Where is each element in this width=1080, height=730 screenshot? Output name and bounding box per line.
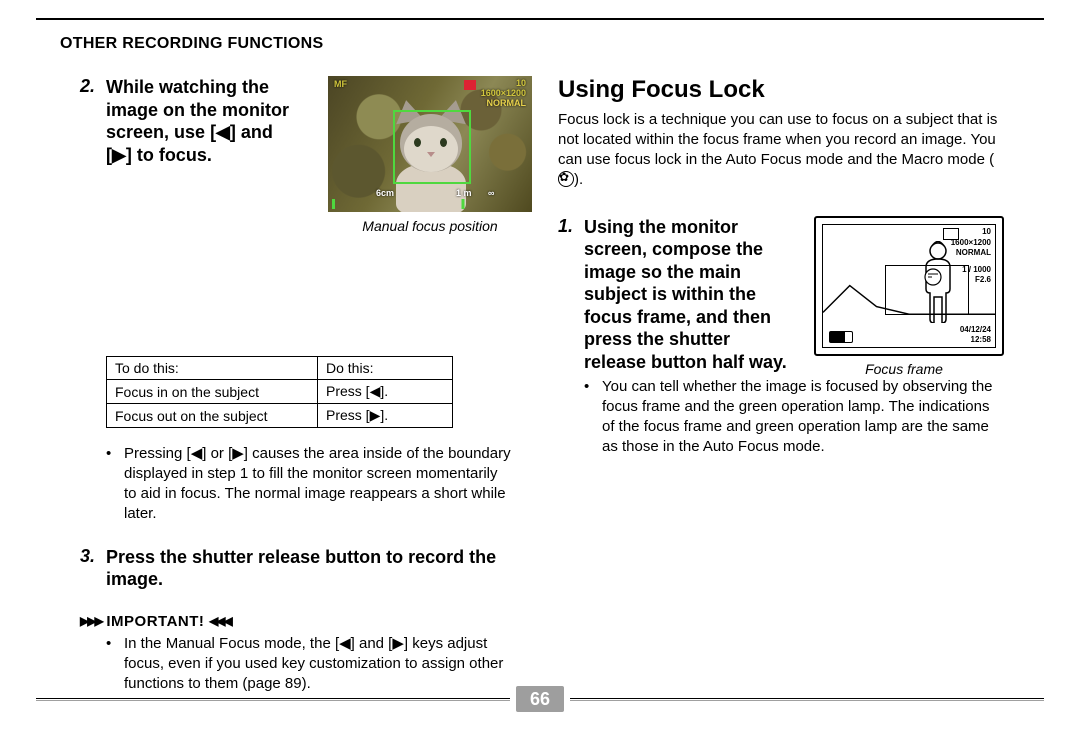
step-1-text: Using the monitor screen, compose the im… — [584, 216, 794, 374]
bullet-dot: • — [106, 444, 124, 524]
table-cell: Press [▶]. — [318, 404, 453, 428]
important-heading: ▶▶▶ IMPORTANT! ◀◀◀ — [80, 613, 514, 630]
monitor-preview-caption: Manual focus position — [328, 218, 532, 234]
ff-osd-count: 10 — [982, 227, 991, 236]
table-header-dothis: Do this: — [318, 357, 453, 380]
osd-scale-c: ∞ — [488, 188, 494, 198]
osd-scale-b: 1 m — [456, 188, 472, 198]
step-3-number: 3. — [80, 546, 106, 591]
right-column: Using Focus Lock Focus lock is a techniq… — [532, 76, 1004, 694]
osd-mf: MF — [334, 79, 347, 89]
bullet-text: You can tell whether the image is focuse… — [602, 377, 1004, 457]
page-number: 66 — [516, 686, 564, 712]
bullet-text: Pressing [◀] or [▶] causes the area insi… — [124, 444, 514, 524]
bullet-dot: • — [106, 634, 124, 694]
osd-normal: NORMAL — [487, 98, 527, 108]
ff-osd-size: 1600×1200 — [951, 238, 991, 247]
bullet-dot: • — [584, 377, 602, 457]
table-cell: Press [◀]. — [318, 380, 453, 404]
important-label: IMPORTANT! — [106, 613, 204, 630]
ff-osd-time: 12:58 — [971, 335, 991, 344]
table-row: Focus in on the subject Press [◀]. — [107, 380, 453, 404]
osd-count: 10 — [516, 78, 526, 88]
focus-frame-rect — [885, 265, 969, 315]
page-header: OTHER RECORDING FUNCTIONS — [60, 35, 324, 53]
ff-osd-f: F2.6 — [975, 275, 991, 284]
page-footer: 66 — [36, 686, 1044, 712]
focus-controls-table: To do this: Do this: Focus in on the sub… — [106, 356, 453, 428]
top-border — [36, 18, 1044, 20]
step-2-number: 2. — [80, 76, 106, 166]
ff-osd-date: 04/12/24 — [960, 325, 991, 334]
monitor-preview-image: MF 10 1600×1200 NORMAL 6cm 1 m ∞ — [328, 76, 532, 212]
table-cell: Focus out on the subject — [107, 404, 318, 428]
left-column: 2. While watching the image on the monit… — [80, 76, 532, 694]
important-bullet-text: In the Manual Focus mode, the [◀] and [▶… — [124, 634, 514, 694]
osd-scale-a: 6cm — [376, 188, 394, 198]
step-1-number: 1. — [558, 216, 584, 374]
macro-flower-icon — [558, 171, 574, 187]
step-2-text: While watching the image on the monitor … — [106, 76, 296, 166]
table-row: Focus out on the subject Press [▶]. — [107, 404, 453, 428]
osd-size: 1600×1200 — [481, 88, 526, 98]
monitor-preview-figure: MF 10 1600×1200 NORMAL 6cm 1 m ∞ Manual … — [328, 76, 532, 236]
table-header-todo: To do this: — [107, 357, 318, 380]
para-text: Focus lock is a technique you can use to… — [558, 111, 997, 168]
step-3-text: Press the shutter release button to reco… — [106, 546, 514, 591]
section-paragraph: Focus lock is a technique you can use to… — [558, 110, 1004, 190]
table-cell: Focus in on the subject — [107, 380, 318, 404]
section-heading: Using Focus Lock — [558, 76, 1004, 104]
para-tail: ). — [574, 171, 583, 188]
focus-frame-image: 10 1600×1200 NORMAL 1 / 1000 F2.6 04/12/… — [814, 216, 1004, 356]
ff-osd-shutter: 1 / 1000 — [962, 265, 991, 274]
focus-frame-caption: Focus frame — [804, 361, 1004, 377]
focus-frame-figure: 10 1600×1200 NORMAL 1 / 1000 F2.6 04/12/… — [804, 216, 1004, 377]
ff-osd-normal: NORMAL — [956, 248, 991, 257]
